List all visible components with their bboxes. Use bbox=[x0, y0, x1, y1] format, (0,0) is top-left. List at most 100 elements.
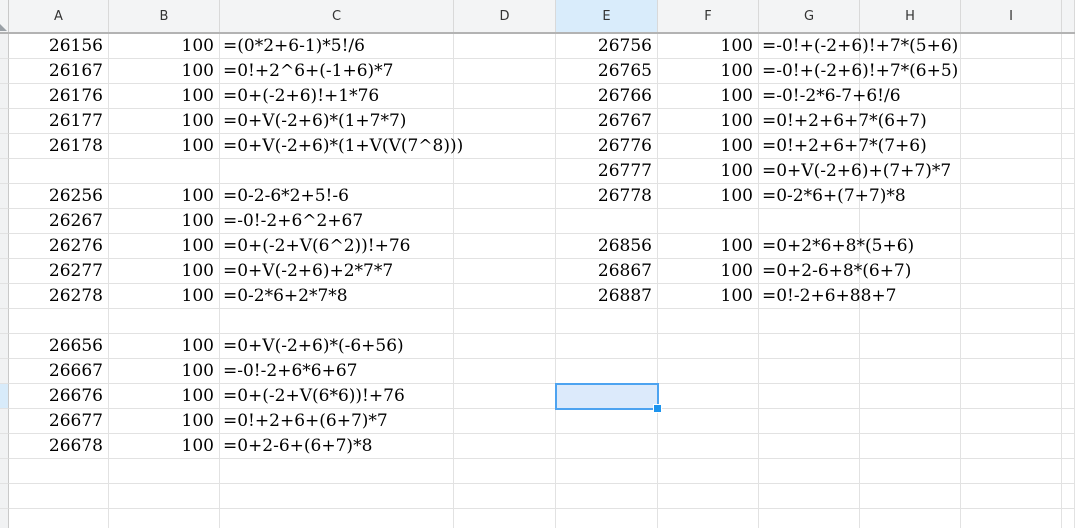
cell-B12[interactable] bbox=[109, 309, 220, 334]
row-header-19[interactable] bbox=[0, 484, 9, 509]
cell-partial-5[interactable] bbox=[1062, 134, 1075, 159]
cell-D18[interactable] bbox=[454, 459, 556, 484]
cell-B15[interactable]: 100 bbox=[109, 384, 220, 409]
cell-F4[interactable]: 100 bbox=[658, 109, 759, 134]
cell-partial-16[interactable] bbox=[1062, 409, 1075, 434]
cell-A8[interactable]: 26267 bbox=[9, 209, 109, 234]
cell-I4[interactable] bbox=[961, 109, 1062, 134]
row-header-1[interactable] bbox=[0, 34, 9, 59]
cell-B16[interactable]: 100 bbox=[109, 409, 220, 434]
cell-H16[interactable] bbox=[860, 409, 961, 434]
row-header-13[interactable] bbox=[0, 334, 9, 359]
row-header-11[interactable] bbox=[0, 284, 9, 309]
cell-B4[interactable]: 100 bbox=[109, 109, 220, 134]
fill-handle[interactable] bbox=[653, 404, 662, 413]
cell-B10[interactable]: 100 bbox=[109, 259, 220, 284]
cell-A10[interactable]: 26277 bbox=[9, 259, 109, 284]
cell-E20[interactable] bbox=[556, 509, 658, 528]
cell-E13[interactable] bbox=[556, 334, 658, 359]
cell-F16[interactable] bbox=[658, 409, 759, 434]
cell-C14[interactable]: =-0!-2+6*6+67 bbox=[220, 359, 454, 384]
cell-D16[interactable] bbox=[454, 409, 556, 434]
cell-G1[interactable]: =-0!+(-2+6)!+7*(5+6) bbox=[759, 34, 958, 59]
column-header-A[interactable]: A bbox=[9, 0, 109, 32]
cell-D14[interactable] bbox=[454, 359, 556, 384]
cell-A1[interactable]: 26156 bbox=[9, 34, 109, 59]
cell-A13[interactable]: 26656 bbox=[9, 334, 109, 359]
cell-partial-8[interactable] bbox=[1062, 209, 1075, 234]
cell-F5[interactable]: 100 bbox=[658, 134, 759, 159]
cell-H13[interactable] bbox=[860, 334, 961, 359]
cell-H14[interactable] bbox=[860, 359, 961, 384]
cell-B8[interactable]: 100 bbox=[109, 209, 220, 234]
cell-I10[interactable] bbox=[961, 259, 1062, 284]
cell-I12[interactable] bbox=[961, 309, 1062, 334]
cell-D12[interactable] bbox=[454, 309, 556, 334]
cell-E11[interactable]: 26887 bbox=[556, 284, 658, 309]
row-header-8[interactable] bbox=[0, 209, 9, 234]
cell-G4[interactable]: =0!+2+6+7*(6+7) bbox=[759, 109, 927, 134]
cell-D6[interactable] bbox=[454, 159, 556, 184]
cell-A18[interactable] bbox=[9, 459, 109, 484]
cell-C4[interactable]: =0+V(-2+6)*(1+7*7) bbox=[220, 109, 454, 134]
cell-I15[interactable] bbox=[961, 384, 1062, 409]
column-header-H[interactable]: H bbox=[860, 0, 961, 32]
cell-D3[interactable] bbox=[454, 84, 556, 109]
cell-A11[interactable]: 26278 bbox=[9, 284, 109, 309]
cell-A14[interactable]: 26667 bbox=[9, 359, 109, 384]
cell-G6[interactable]: =0+V(-2+6)+(7+7)*7 bbox=[759, 159, 951, 184]
cell-A19[interactable] bbox=[9, 484, 109, 509]
cell-G12[interactable] bbox=[759, 309, 860, 334]
cell-H11[interactable] bbox=[860, 284, 961, 309]
cell-G18[interactable] bbox=[759, 459, 860, 484]
cell-partial-12[interactable] bbox=[1062, 309, 1075, 334]
cell-E1[interactable]: 26756 bbox=[556, 34, 658, 59]
row-header-6[interactable] bbox=[0, 159, 9, 184]
row-header-9[interactable] bbox=[0, 234, 9, 259]
cell-B6[interactable] bbox=[109, 159, 220, 184]
row-header-4[interactable] bbox=[0, 109, 9, 134]
cell-I6[interactable] bbox=[961, 159, 1062, 184]
cell-F9[interactable]: 100 bbox=[658, 234, 759, 259]
cell-D8[interactable] bbox=[454, 209, 556, 234]
row-header-12[interactable] bbox=[0, 309, 9, 334]
cell-B19[interactable] bbox=[109, 484, 220, 509]
cell-D9[interactable] bbox=[454, 234, 556, 259]
cell-A20[interactable] bbox=[9, 509, 109, 528]
cell-A15[interactable]: 26676 bbox=[9, 384, 109, 409]
cell-H17[interactable] bbox=[860, 434, 961, 459]
cell-partial-20[interactable] bbox=[1062, 509, 1075, 528]
cell-A7[interactable]: 26256 bbox=[9, 184, 109, 209]
cell-G20[interactable] bbox=[759, 509, 860, 528]
cell-G13[interactable] bbox=[759, 334, 860, 359]
column-header-I[interactable]: I bbox=[961, 0, 1062, 32]
cell-I14[interactable] bbox=[961, 359, 1062, 384]
cell-F3[interactable]: 100 bbox=[658, 84, 759, 109]
cell-A4[interactable]: 26177 bbox=[9, 109, 109, 134]
cell-F11[interactable]: 100 bbox=[658, 284, 759, 309]
cell-E8[interactable] bbox=[556, 209, 658, 234]
cell-D5[interactable] bbox=[454, 134, 556, 159]
cell-C13[interactable]: =0+V(-2+6)*(-6+56) bbox=[220, 334, 454, 359]
cell-H5[interactable] bbox=[860, 134, 961, 159]
cell-G17[interactable] bbox=[759, 434, 860, 459]
cell-C18[interactable] bbox=[220, 459, 454, 484]
cell-H18[interactable] bbox=[860, 459, 961, 484]
cell-I7[interactable] bbox=[961, 184, 1062, 209]
column-header-C[interactable]: C bbox=[220, 0, 454, 32]
cell-C19[interactable] bbox=[220, 484, 454, 509]
cell-B5[interactable]: 100 bbox=[109, 134, 220, 159]
cell-E19[interactable] bbox=[556, 484, 658, 509]
cell-E3[interactable]: 26766 bbox=[556, 84, 658, 109]
cell-H2[interactable] bbox=[860, 59, 961, 84]
cell-C16[interactable]: =0!+2+6+(6+7)*7 bbox=[220, 409, 454, 434]
cell-partial-4[interactable] bbox=[1062, 109, 1075, 134]
cell-E10[interactable]: 26867 bbox=[556, 259, 658, 284]
cell-B20[interactable] bbox=[109, 509, 220, 528]
cell-C8[interactable]: =-0!-2+6^2+67 bbox=[220, 209, 454, 234]
cell-partial-7[interactable] bbox=[1062, 184, 1075, 209]
cell-I17[interactable] bbox=[961, 434, 1062, 459]
cell-H6[interactable] bbox=[860, 159, 961, 184]
cell-F2[interactable]: 100 bbox=[658, 59, 759, 84]
cell-B7[interactable]: 100 bbox=[109, 184, 220, 209]
